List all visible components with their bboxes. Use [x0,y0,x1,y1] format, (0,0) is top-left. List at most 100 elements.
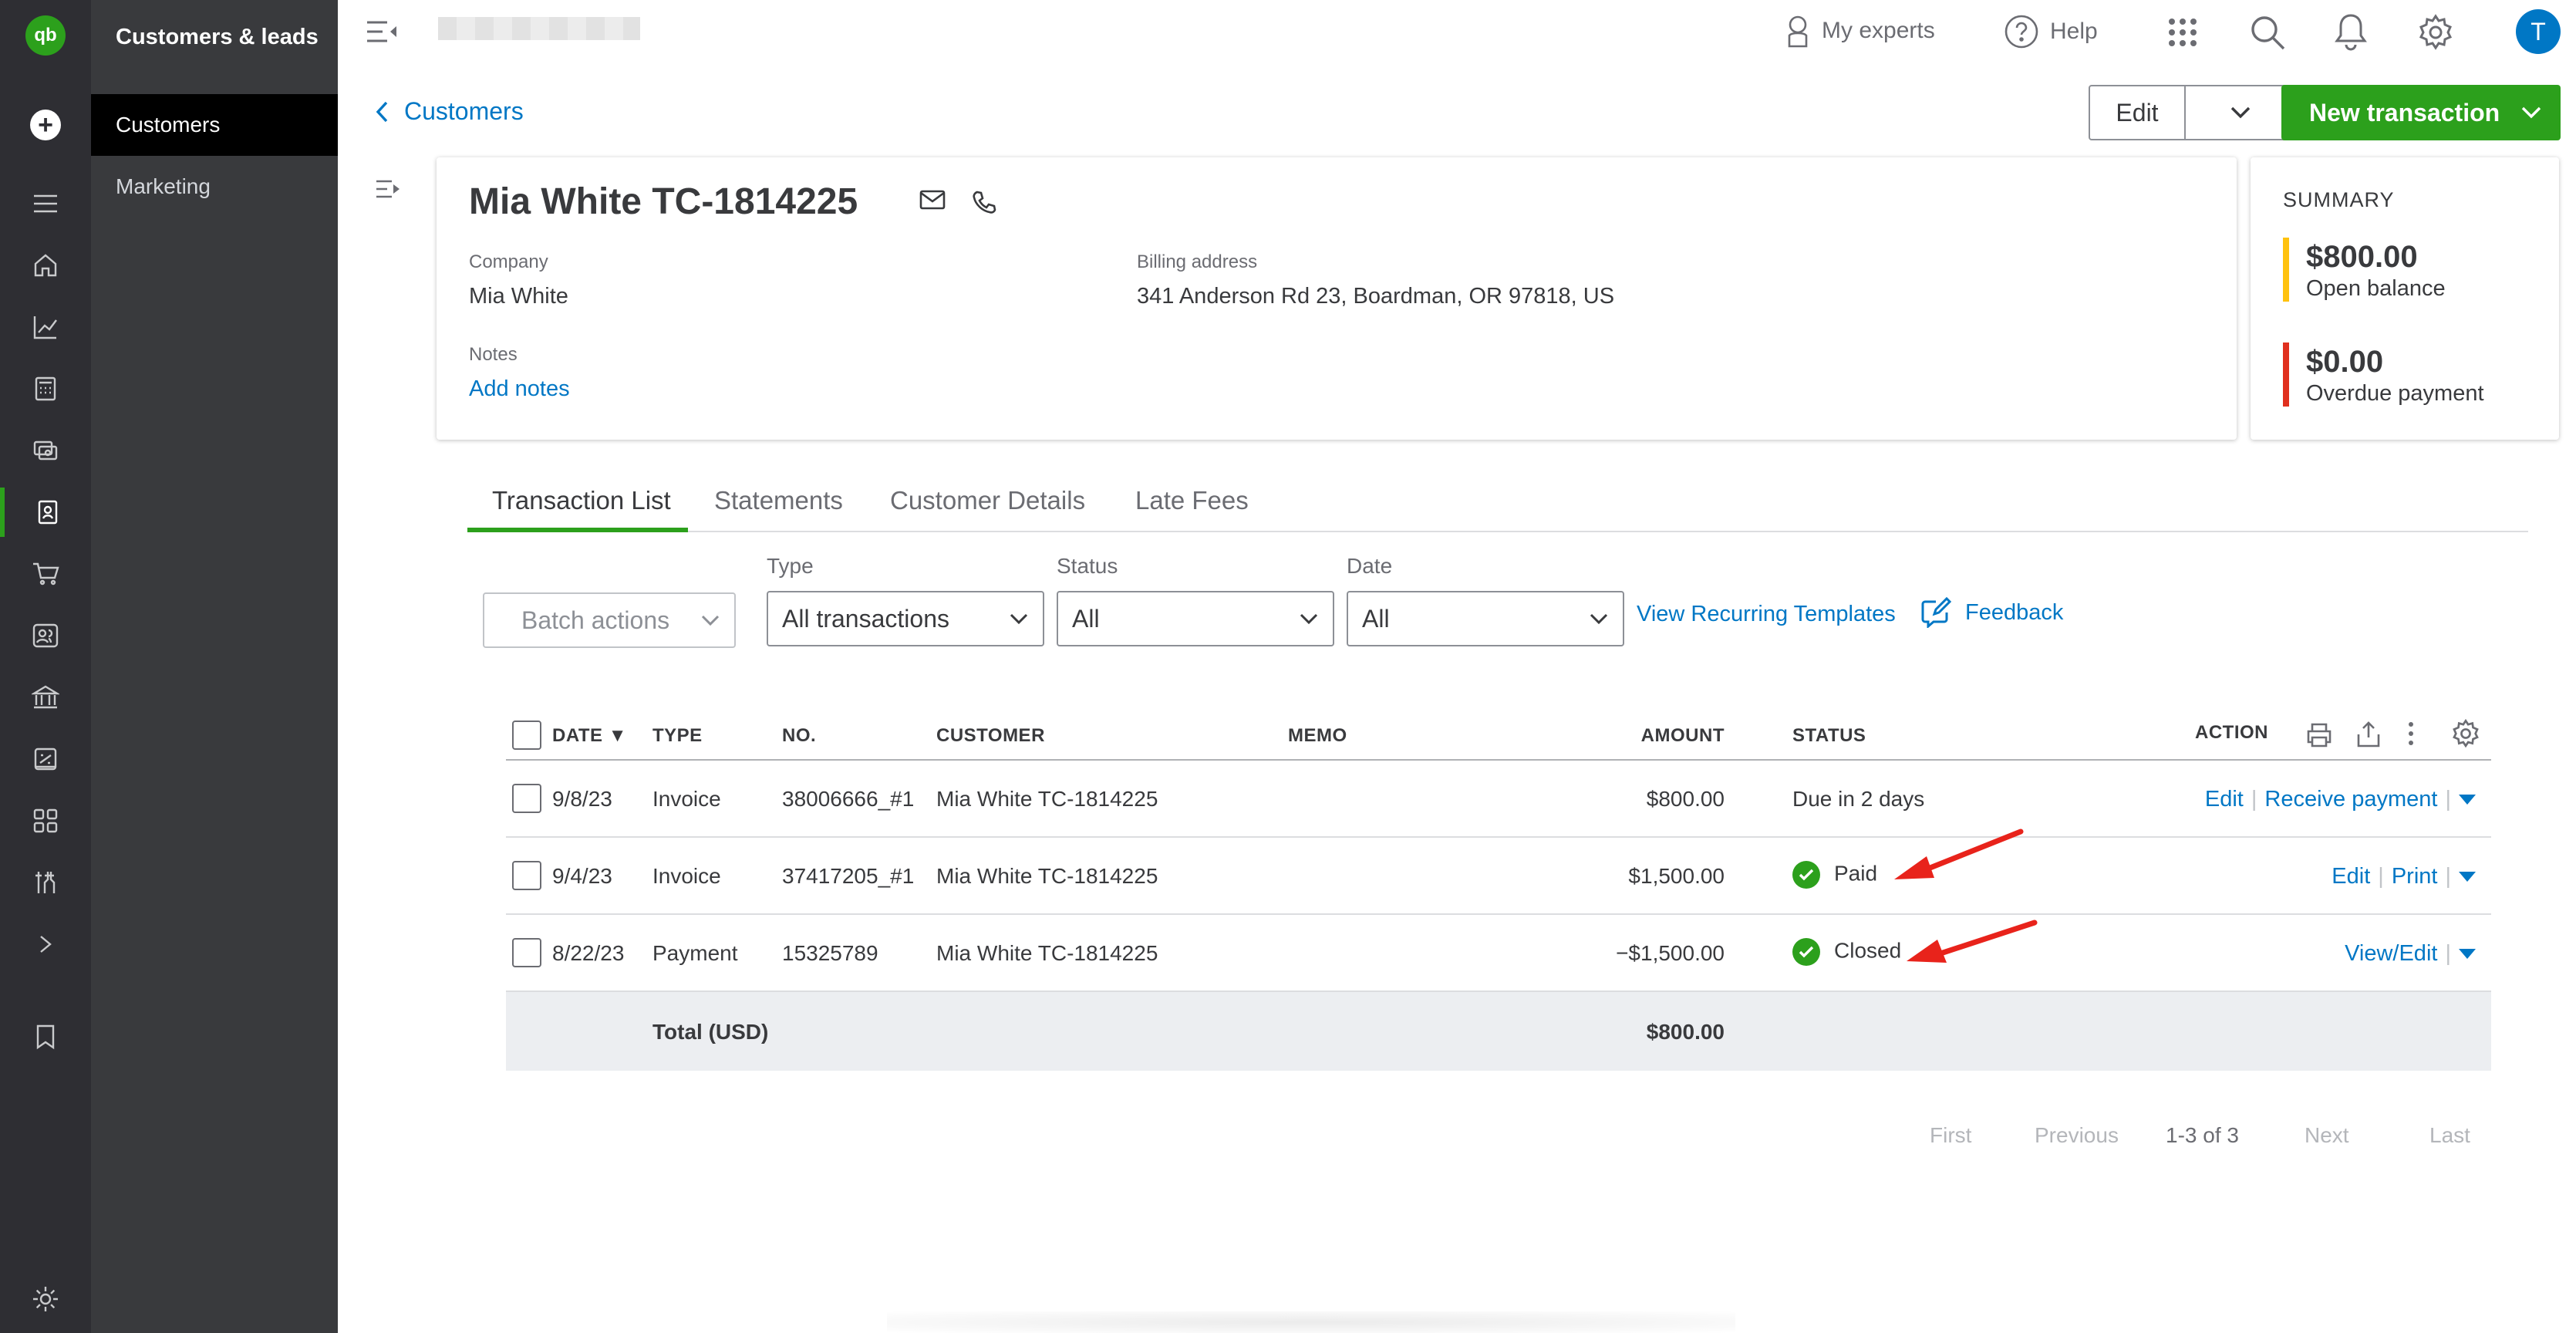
select-all-checkbox[interactable] [512,720,541,750]
col-status-header[interactable]: STATUS [1792,725,1866,747]
my-experts-button[interactable]: My experts [1785,14,1935,48]
col-memo-header[interactable]: MEMO [1288,725,1347,747]
expand-icon[interactable] [0,920,91,969]
row-date: 9/4/23 [552,864,612,888]
status-filter-dropdown[interactable]: All [1057,591,1334,646]
notifications-bell-icon[interactable] [2334,12,2368,51]
type-filter-dropdown[interactable]: All transactions [767,591,1044,646]
row-action-dropdown-icon[interactable] [2459,795,2476,805]
home-icon[interactable] [0,241,91,290]
edit-dropdown-button[interactable] [2186,86,2295,139]
cart-icon[interactable] [0,549,91,599]
row-checkbox[interactable] [512,861,541,890]
pagination-previous[interactable]: Previous [2035,1123,2119,1148]
expenses-icon[interactable] [0,426,91,475]
tools-icon[interactable] [0,858,91,907]
check-circle-icon [1792,938,1820,966]
row-amount: −$1,500.00 [1616,941,1725,965]
subnav-title: Customers & leads [116,25,319,49]
batch-actions-dropdown[interactable]: Batch actions [483,592,736,648]
chevron-down-icon [1010,613,1028,625]
gear-icon[interactable] [2417,14,2454,51]
action-separator: | [2378,864,2384,889]
settings-icon[interactable] [0,1274,91,1324]
col-no-header[interactable]: NO. [782,725,816,747]
row-checkbox[interactable] [512,784,541,813]
menu-icon[interactable] [0,179,91,228]
feedback-label: Feedback [1965,599,2064,625]
edit-link[interactable]: Edit [2332,864,2370,889]
bookmark-icon[interactable] [0,1012,91,1061]
date-filter-dropdown[interactable]: All [1347,591,1624,646]
table-row[interactable]: 9/8/23 Invoice 38006666_#1 Mia White TC-… [506,761,2491,838]
new-transaction-button[interactable]: New transaction [2281,85,2561,140]
subnav-item-customers[interactable]: Customers [91,94,338,156]
annotation-arrow-closed [1907,920,2038,963]
feedback-link[interactable]: Feedback [1920,597,2063,628]
row-action-dropdown-icon[interactable] [2459,872,2476,882]
edit-link[interactable]: Edit [2205,787,2244,812]
table-header: DATE ▼ TYPE NO. CUSTOMER MEMO AMOUNT STA… [506,704,2491,761]
chart-icon[interactable] [0,302,91,352]
edit-button[interactable]: Edit [2090,86,2186,139]
bottom-shadow [887,1311,1735,1333]
annotation-arrow-paid [1894,828,2024,879]
bank-icon[interactable] [0,673,91,722]
create-button[interactable]: + [0,100,91,150]
add-notes-link[interactable]: Add notes [469,376,570,402]
calculator-icon[interactable] [0,364,91,413]
icon-rail: qb + [0,0,91,1333]
collapse-details-icon[interactable] [375,179,401,199]
apps-grid-icon[interactable] [2167,17,2198,48]
print-link[interactable]: Print [2392,864,2438,889]
collapse-menu-icon[interactable] [366,20,400,43]
email-icon[interactable] [919,190,946,210]
print-icon[interactable] [2306,722,2332,748]
customer-name: Mia White TC-1814225 [469,181,858,222]
export-icon[interactable] [2355,720,2382,748]
tab-customer-details[interactable]: Customer Details [890,478,1085,532]
receive-payment-link[interactable]: Receive payment [2264,787,2437,812]
more-options-icon[interactable] [2406,720,2416,747]
col-customer-header[interactable]: CUSTOMER [936,725,1045,747]
apps-icon[interactable] [0,796,91,845]
type-filter-label: Type [767,554,814,578]
status-text: Paid [1834,861,1878,886]
row-no: 38006666_#1 [782,787,915,811]
view-edit-link[interactable]: View/Edit [2345,941,2437,967]
my-experts-label: My experts [1822,18,1935,43]
phone-icon[interactable] [972,190,996,214]
search-icon[interactable] [2249,14,2286,51]
pagination-next[interactable]: Next [2305,1123,2349,1148]
subnav-item-marketing[interactable]: Marketing [91,156,338,218]
back-label: Customers [404,97,524,125]
pagination-first[interactable]: First [1930,1123,1971,1148]
user-avatar[interactable]: T [2516,9,2561,54]
tab-statements[interactable]: Statements [714,478,843,532]
tab-transaction-list[interactable]: Transaction List [467,478,688,532]
table-total-row: Total (USD) $800.00 [506,992,2491,1071]
help-button[interactable]: Help [2004,14,2098,49]
batch-actions-label: Batch actions [521,606,670,634]
row-checkbox[interactable] [512,938,541,967]
col-amount-header[interactable]: AMOUNT [1641,725,1725,747]
quickbooks-logo[interactable]: qb [0,11,91,60]
table-row[interactable]: 9/4/23 Invoice 37417205_#1 Mia White TC-… [506,838,2491,915]
customers-icon[interactable] [0,488,91,537]
total-amount: $800.00 [1646,1020,1725,1044]
col-date-header[interactable]: DATE ▼ [552,725,627,747]
customer-tabs: Transaction List Statements Customer Det… [467,478,2528,532]
team-icon[interactable] [0,611,91,660]
pagination-last[interactable]: Last [2429,1123,2470,1148]
view-recurring-templates-link[interactable]: View Recurring Templates [1637,602,1896,627]
taxes-icon[interactable] [0,734,91,784]
pagination-range: 1-3 of 3 [2166,1123,2239,1147]
status-filter-label: Status [1057,554,1118,578]
table-settings-gear-icon[interactable] [2451,719,2480,748]
top-bar: My experts Help T [338,0,2576,65]
tab-late-fees[interactable]: Late Fees [1135,478,1249,532]
table-row[interactable]: 8/22/23 Payment 15325789 Mia White TC-18… [506,915,2491,992]
col-type-header[interactable]: TYPE [652,725,703,747]
row-action-dropdown-icon[interactable] [2459,949,2476,959]
back-to-customers-link[interactable]: Customers [375,97,524,126]
